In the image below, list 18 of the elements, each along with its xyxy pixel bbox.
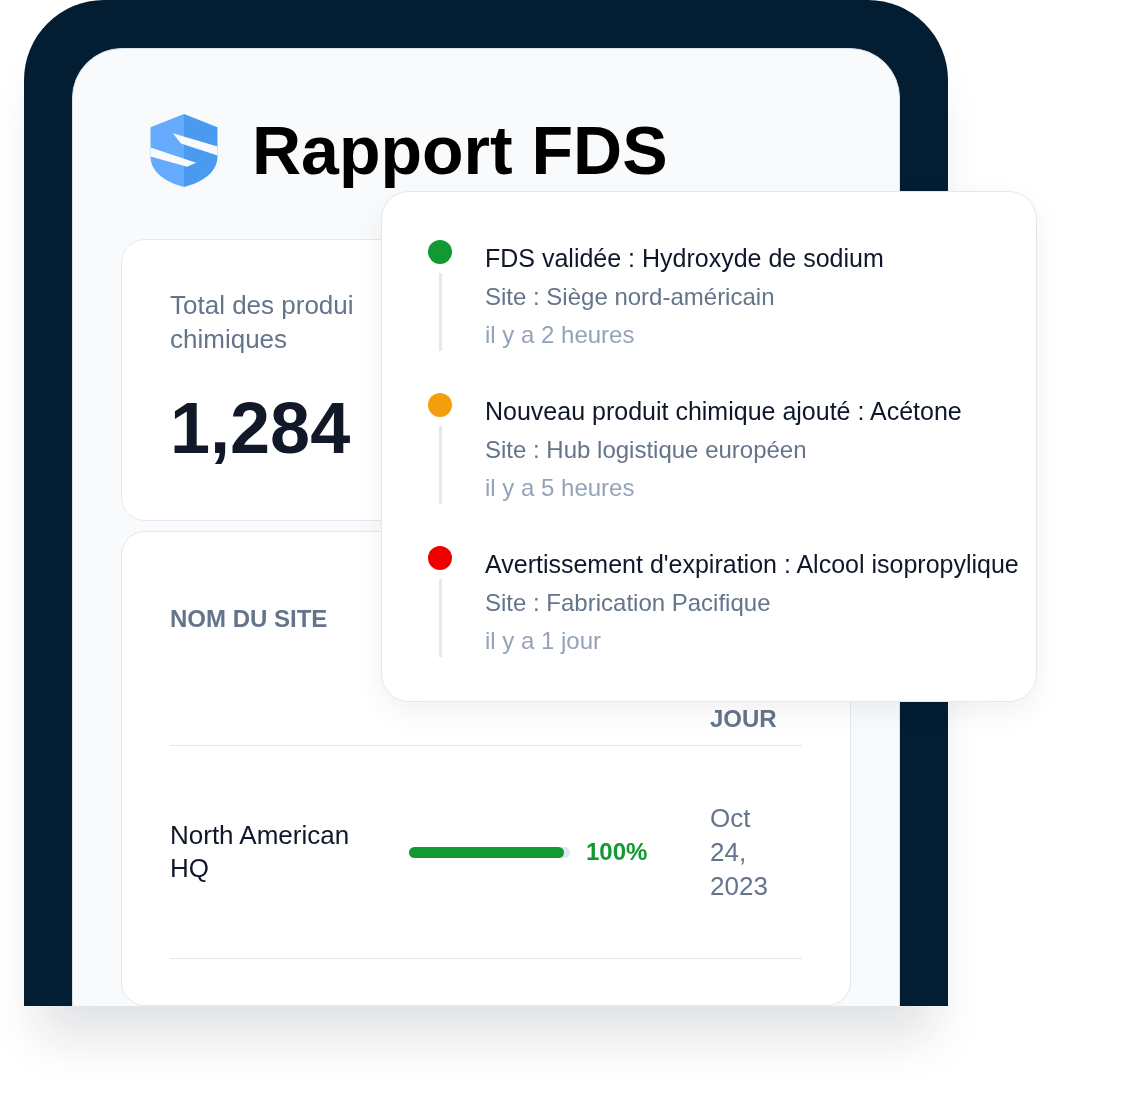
activity-title: Avertissement d'expiration : Alcool isopropylique	[485, 549, 1019, 580]
activity-title: Nouveau produit chimique ajouté : Acétone	[485, 396, 962, 427]
activity-site: Site : Fabrication Pacifique	[485, 588, 772, 618]
activity-time: il y a 2 heures	[485, 320, 636, 350]
date-cell-text: Oct 24, 2023	[710, 802, 769, 903]
stat-label: Total des produi chimiques	[170, 289, 354, 356]
progress-percent: 100%	[586, 837, 648, 867]
shield-logo-icon	[150, 113, 218, 187]
activity-title: FDS validée : Hydroxyde de sodium	[485, 243, 884, 274]
report-title: Rapport FDS	[252, 111, 668, 190]
activity-site: Site : Siège nord-américain	[485, 282, 776, 312]
activity-site: Site : Hub logistique européen	[485, 435, 808, 465]
activity-time: il y a 5 heures	[485, 473, 636, 503]
column-header: JOUR	[710, 704, 777, 734]
column-header: NOM DU SITE	[170, 605, 328, 632]
activity-time: il y a 1 jour	[485, 626, 603, 656]
site-name-cell-text: North American HQ	[170, 819, 351, 885]
stat-value: 1,284	[170, 392, 351, 464]
